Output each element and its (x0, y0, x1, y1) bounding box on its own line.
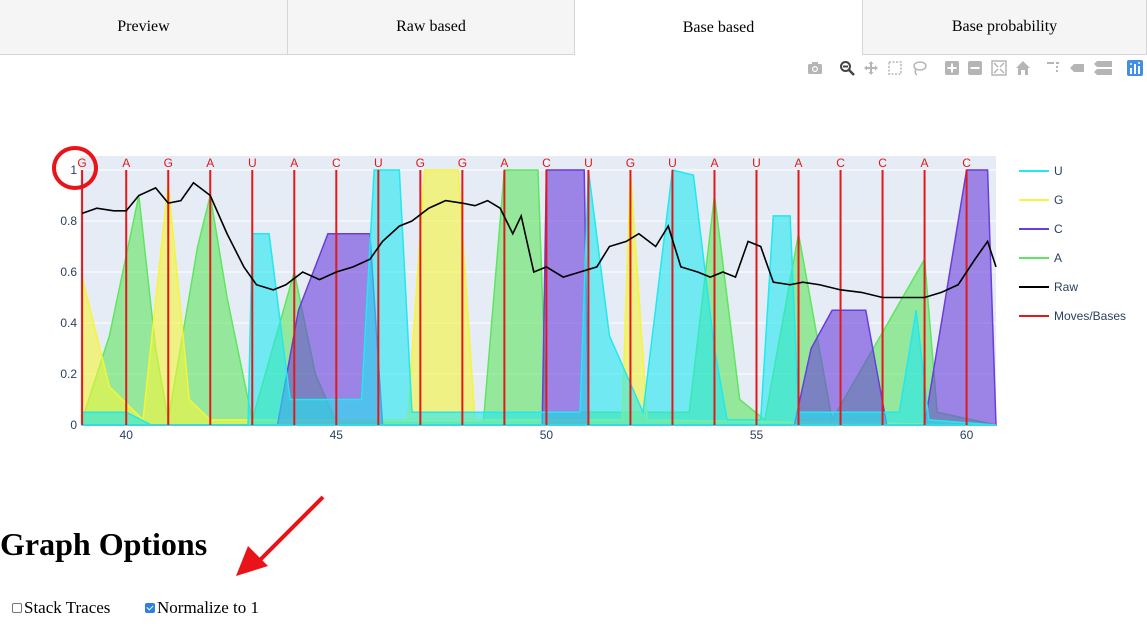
base-label: G (164, 156, 173, 170)
x-tick-label: 45 (330, 428, 344, 442)
y-tick-label: 0 (70, 418, 77, 432)
red-arrow-annotation (236, 495, 325, 576)
camera-icon[interactable] (807, 60, 823, 76)
stack-traces-option[interactable]: Stack Traces (12, 598, 110, 618)
base-label: G (626, 156, 635, 170)
base-label: U (668, 156, 677, 170)
hover-compare-icon[interactable] (1093, 60, 1113, 76)
autoscale-icon[interactable] (991, 60, 1007, 76)
box-select-icon[interactable] (887, 60, 903, 76)
base-label: G (416, 156, 425, 170)
normalize-option[interactable]: Normalize to 1 (145, 598, 259, 618)
base-label: A (921, 156, 929, 170)
base-label: U (248, 156, 257, 170)
base-label: A (500, 156, 508, 170)
normalize-checkbox[interactable] (145, 603, 155, 613)
tab-bar: Preview Raw based Base based Base probab… (0, 0, 1147, 56)
legend-entry: G (1054, 193, 1063, 207)
lasso-icon[interactable] (911, 60, 927, 76)
zoom-icon[interactable] (839, 60, 855, 76)
reset-axes-icon[interactable] (1015, 60, 1031, 76)
base-label: G (458, 156, 467, 170)
hover-closest-icon[interactable] (1069, 60, 1085, 76)
x-tick-label: 40 (120, 428, 134, 442)
y-tick-label: 0.6 (60, 265, 77, 279)
red-circle-annotation (52, 146, 98, 190)
tab-raw-based[interactable]: Raw based (288, 0, 575, 55)
base-label: C (836, 156, 845, 170)
tab-base-probability[interactable]: Base probability (862, 0, 1147, 55)
base-label: A (122, 156, 130, 170)
base-label: A (206, 156, 214, 170)
legend-entry: A (1054, 251, 1062, 265)
spike-lines-icon[interactable] (1045, 60, 1061, 76)
base-based-plot: 0 0.2 0.4 0.6 0.8 1 40 45 50 55 60 G A G A U A C U G G A C U G U A… (0, 80, 1147, 450)
graph-options-heading: Graph Options (0, 526, 208, 562)
stack-traces-label: Stack Traces (24, 598, 111, 617)
pan-icon[interactable] (863, 60, 879, 76)
zoom-out-icon[interactable] (967, 60, 983, 76)
base-label: C (332, 156, 341, 170)
base-label: U (584, 156, 593, 170)
chart-svg: 00.20.40.60.8140 45 50 55 60G A G A U A C U G G A C U G U A… (60, 156, 1126, 442)
y-tick-label: 0.4 (60, 316, 77, 330)
legend-entry: Moves/Bases (1054, 309, 1126, 323)
base-label: A (710, 156, 718, 170)
base-label: U (752, 156, 761, 170)
base-label: C (878, 156, 887, 170)
zoom-in-icon[interactable] (944, 60, 960, 76)
tab-preview[interactable]: Preview (0, 0, 288, 55)
base-label: U (374, 156, 383, 170)
legend-entry: Raw (1054, 280, 1078, 294)
x-tick-label: 55 (750, 428, 764, 442)
x-tick-label: 50 (540, 428, 554, 442)
base-label: A (290, 156, 298, 170)
legend-entry: C (1054, 222, 1063, 236)
x-tick-label: 60 (960, 428, 974, 442)
plotly-logo-icon[interactable] (1127, 60, 1143, 76)
tab-base-based[interactable]: Base based (575, 0, 862, 56)
stack-traces-checkbox[interactable] (12, 603, 22, 613)
base-label: A (795, 156, 803, 170)
y-tick-label: 0.2 (60, 367, 77, 381)
normalize-label: Normalize to 1 (157, 598, 259, 617)
base-label: C (962, 156, 971, 170)
base-label: C (542, 156, 551, 170)
legend-entry: U (1054, 164, 1063, 178)
y-tick-label: 0.8 (60, 214, 77, 228)
